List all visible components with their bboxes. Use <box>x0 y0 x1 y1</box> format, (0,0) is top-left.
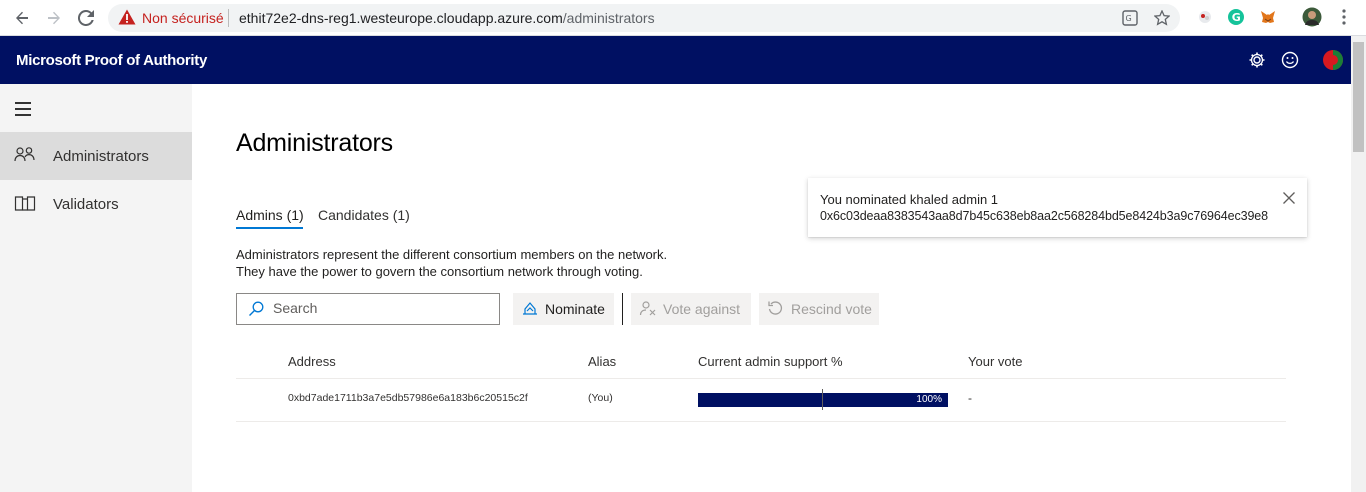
smiley-feedback-icon[interactable] <box>1279 49 1301 71</box>
column-header-support[interactable]: Current admin support % <box>698 354 843 369</box>
address-cell: 0xbd7ade1711b3a7e5db57986e6a183b6c20515c… <box>288 392 528 404</box>
page-title: Administrators <box>236 129 393 157</box>
sidebar: Administrators Validators <box>0 84 192 492</box>
book-icon <box>14 194 36 214</box>
vote-against-button[interactable]: Vote against <box>631 293 751 325</box>
sidebar-item-label: Validators <box>53 196 119 213</box>
header-divider <box>236 378 1286 379</box>
rescind-icon <box>767 300 785 319</box>
column-header-address[interactable]: Address <box>288 354 336 369</box>
vote-cell: - <box>968 391 972 405</box>
tab-candidates[interactable]: Candidates (1) <box>318 207 410 223</box>
translate-icon[interactable]: G <box>1120 8 1140 28</box>
browser-toolbar: Non sécurisé ethit72e2-dns-reg1.westeuro… <box>0 0 1366 36</box>
url-separator <box>228 9 229 27</box>
security-label[interactable]: Non sécurisé <box>142 10 224 26</box>
settings-gear-icon[interactable] <box>1246 49 1268 71</box>
nominate-label: Nominate <box>545 301 605 317</box>
svg-text:G: G <box>1126 14 1132 23</box>
vote-against-icon <box>639 300 657 319</box>
nominate-icon <box>521 300 539 319</box>
metamask-fox-icon[interactable] <box>1258 7 1278 27</box>
app-header: Microsoft Proof of Authority <box>0 36 1366 84</box>
rescind-vote-label: Rescind vote <box>791 301 872 317</box>
sidebar-item-validators[interactable]: Validators <box>0 180 192 228</box>
warning-icon <box>118 9 136 30</box>
row-divider <box>236 421 1286 422</box>
user-account-icon[interactable] <box>1322 49 1344 71</box>
page-scrollbar[interactable] <box>1351 36 1366 492</box>
column-header-your-vote[interactable]: Your vote <box>968 354 1022 369</box>
sidebar-item-label: Administrators <box>53 148 149 165</box>
sidebar-item-administrators[interactable]: Administrators <box>0 132 192 180</box>
rescind-vote-button[interactable]: Rescind vote <box>759 293 879 325</box>
support-percent-label: 100% <box>916 394 942 405</box>
forward-arrow-icon[interactable] <box>42 6 66 30</box>
more-menu-icon[interactable] <box>1334 7 1354 27</box>
toast-transaction-hash: 0x6c03deaa8383543aa8d7b45c638eb8aa2c5682… <box>820 209 1269 223</box>
app-title[interactable]: Microsoft Proof of Authority <box>16 52 207 69</box>
support-threshold-marker <box>822 389 823 410</box>
grammarly-icon[interactable]: G <box>1226 7 1246 27</box>
url-text[interactable]: ethit72e2-dns-reg1.westeurope.cloudapp.a… <box>239 10 655 26</box>
url-host: ethit72e2-dns-reg1.westeurope.cloudapp.a… <box>239 10 563 26</box>
support-progress-bar: 100% <box>698 393 948 407</box>
profile-avatar-icon[interactable] <box>1302 7 1322 27</box>
toast-message: You nominated khaled admin 1 <box>820 192 999 207</box>
support-progress-fill <box>698 393 948 407</box>
nominate-button[interactable]: Nominate <box>513 293 614 325</box>
hamburger-menu-icon[interactable] <box>15 102 31 120</box>
active-tab-indicator <box>236 227 303 229</box>
scrollbar-thumb[interactable] <box>1353 42 1364 152</box>
description-line-1: Administrators represent the different c… <box>236 247 668 262</box>
reload-icon[interactable] <box>74 6 98 30</box>
address-bar[interactable]: Non sécurisé ethit72e2-dns-reg1.westeuro… <box>108 4 1180 32</box>
back-arrow-icon[interactable] <box>10 6 34 30</box>
notification-toast: You nominated khaled admin 1 0x6c03deaa8… <box>808 178 1307 237</box>
search-input[interactable] <box>273 300 493 316</box>
command-separator <box>622 293 623 325</box>
column-header-alias[interactable]: Alias <box>588 354 616 369</box>
search-box[interactable] <box>236 293 500 325</box>
search-icon <box>248 301 264 322</box>
svg-text:G: G <box>1232 11 1241 24</box>
close-icon[interactable] <box>1282 191 1296 205</box>
extension-puzzle-icon[interactable] <box>1195 7 1215 27</box>
star-icon[interactable] <box>1152 8 1172 28</box>
url-path: /administrators <box>562 10 655 26</box>
alias-cell: (You) <box>588 392 613 404</box>
tab-admins[interactable]: Admins (1) <box>236 207 304 223</box>
vote-against-label: Vote against <box>663 301 741 317</box>
people-icon <box>14 146 36 166</box>
description-line-2: They have the power to govern the consor… <box>236 264 643 279</box>
